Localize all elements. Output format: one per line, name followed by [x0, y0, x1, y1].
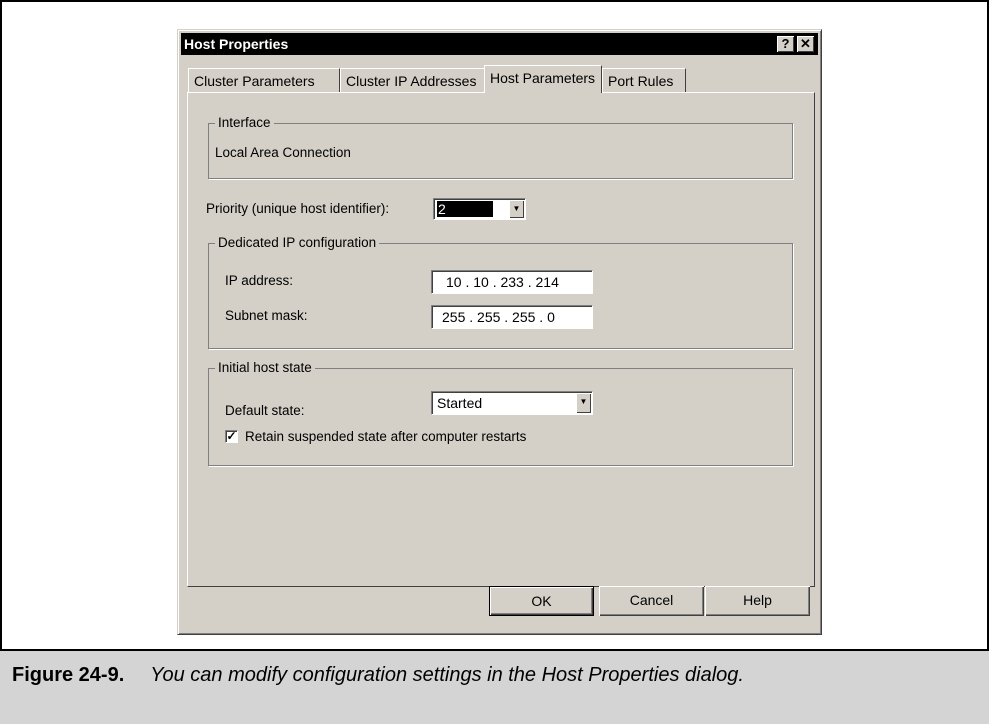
close-icon[interactable]: ✕	[797, 36, 814, 52]
priority-label: Priority (unique host identifier):	[206, 201, 390, 216]
ok-button[interactable]: OK	[489, 586, 594, 616]
priority-dropdown[interactable]: 2 ▼	[433, 198, 526, 220]
caption-band	[0, 651, 989, 724]
ip-address-label: IP address:	[225, 273, 294, 288]
interface-legend: Interface	[215, 115, 274, 130]
help-button[interactable]: Help	[705, 586, 810, 616]
subnet-mask-label: Subnet mask:	[225, 308, 308, 323]
initial-host-state-group: Initial host state Default state: Starte…	[208, 360, 793, 466]
host-properties-dialog: Host Properties ? ✕ Cluster Parameters C…	[177, 29, 822, 635]
help-icon[interactable]: ?	[777, 36, 794, 52]
tab-host-parameters[interactable]: Host Parameters	[484, 65, 602, 93]
initial-host-state-legend: Initial host state	[215, 360, 315, 375]
retain-suspended-label: Retain suspended state after computer re…	[245, 429, 527, 444]
dedicated-ip-legend: Dedicated IP configuration	[215, 235, 380, 250]
priority-value: 2	[437, 201, 493, 217]
chevron-down-icon[interactable]: ▼	[576, 393, 591, 413]
chevron-down-icon[interactable]: ▼	[509, 200, 524, 218]
title-bar: Host Properties ? ✕	[181, 33, 818, 55]
dedicated-ip-group: Dedicated IP configuration IP address: 1…	[208, 235, 793, 349]
default-state-dropdown[interactable]: Started ▼	[431, 391, 593, 415]
tab-cluster-parameters[interactable]: Cluster Parameters	[188, 68, 340, 92]
interface-group: Interface Local Area Connection	[208, 115, 793, 179]
dialog-title: Host Properties	[184, 36, 289, 52]
host-parameters-panel: Interface Local Area Connection Priority…	[187, 92, 815, 587]
default-state-value: Started	[437, 395, 483, 411]
interface-value: Local Area Connection	[215, 145, 351, 160]
tab-cluster-ip-addresses[interactable]: Cluster IP Addresses	[340, 68, 486, 92]
caption-text: You can modify configuration settings in…	[150, 664, 744, 686]
retain-suspended-checkbox[interactable]: ✓	[225, 430, 238, 443]
cancel-button[interactable]: Cancel	[599, 586, 704, 616]
default-state-label: Default state:	[225, 403, 305, 418]
figure-caption: Figure 24-9. You can modify configuration…	[12, 664, 744, 687]
tab-port-rules[interactable]: Port Rules	[602, 68, 686, 92]
caption-label: Figure 24-9.	[12, 664, 125, 686]
subnet-mask-field[interactable]: 255 . 255 . 255 . 0	[431, 305, 593, 329]
ip-address-field[interactable]: 10 . 10 . 233 . 214	[431, 270, 593, 294]
